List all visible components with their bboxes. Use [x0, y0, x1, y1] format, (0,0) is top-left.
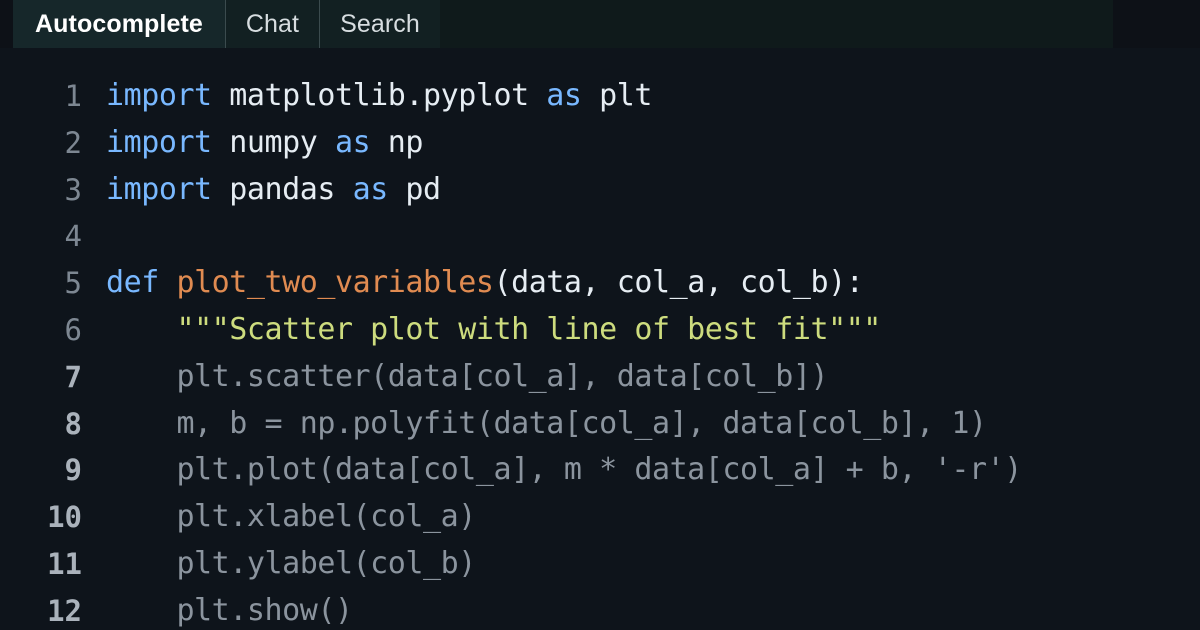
line-number: 12 — [47, 593, 82, 628]
line-number: 8 — [64, 406, 82, 441]
code-editor[interactable]: 1 import matplotlib.pyplot as plt 2 import … — [0, 48, 1200, 630]
code-token-plain: plt — [581, 78, 652, 113]
code-line[interactable]: 5 def plot_two_variables(data, col_a, col… — [0, 260, 1200, 307]
code-line[interactable]: 4 — [0, 213, 1200, 260]
code-text: import pandas as pd — [106, 167, 441, 214]
code-token-ghost: plt.show() — [106, 592, 353, 628]
code-suggestion-text: plt.plot(data[col_a], m * data[col_a] + … — [106, 447, 1022, 494]
code-token-kw: import — [106, 124, 212, 160]
line-number: 11 — [47, 546, 82, 581]
code-line[interactable]: 2 import numpy as np — [0, 120, 1200, 167]
code-token-plain: (data, col_a, col_b): — [493, 265, 864, 301]
tab-bar: Autocomplete Chat Search — [13, 0, 1113, 48]
code-token-fn: plot_two_variables — [176, 265, 494, 301]
code-token-plain: pd — [387, 171, 441, 207]
code-token-kw: def — [106, 265, 177, 301]
line-number: 6 — [64, 312, 82, 347]
code-token-ghost: plt.scatter(data[col_a], data[col_b]) — [106, 358, 829, 394]
code-token-plain: matplotlib.pyplot — [211, 78, 547, 113]
code-line[interactable]: 8 m, b = np.polyfit(data[col_a], data[co… — [0, 401, 1200, 448]
code-token-kw: as — [546, 78, 582, 113]
code-text: import matplotlib.pyplot as plt — [106, 73, 652, 120]
code-token-str: """Scatter plot with line of best fit""" — [176, 311, 881, 347]
code-token-ghost: plt.xlabel(col_a) — [106, 499, 476, 535]
code-line[interactable]: 9 plt.plot(data[col_a], m * data[col_a] … — [0, 447, 1200, 494]
line-number: 1 — [64, 79, 82, 113]
code-token-ghost: m, b = np.polyfit(data[col_a], data[col_… — [106, 405, 987, 441]
line-number: 5 — [64, 266, 82, 301]
line-number: 9 — [64, 453, 82, 488]
line-number: 4 — [64, 219, 82, 254]
code-token-ghost: plt.plot(data[col_a], m * data[col_a] + … — [106, 452, 1022, 488]
code-token-kw: import — [106, 171, 212, 207]
code-suggestion-text: m, b = np.polyfit(data[col_a], data[col_… — [106, 401, 987, 448]
tab-autocomplete[interactable]: Autocomplete — [13, 0, 225, 48]
code-suggestion-text: plt.xlabel(col_a) — [106, 494, 476, 541]
line-number: 2 — [64, 125, 82, 160]
code-token-kw: import — [106, 78, 212, 113]
code-line[interactable]: 7 plt.scatter(data[col_a], data[col_b]) — [0, 354, 1200, 401]
line-number: 10 — [47, 500, 82, 535]
code-token-kw: as — [334, 124, 371, 160]
code-text: """Scatter plot with line of best fit""" — [106, 307, 881, 354]
code-suggestion-text: plt.scatter(data[col_a], data[col_b]) — [106, 354, 828, 401]
tab-bar-filler — [439, 0, 1113, 48]
code-token-plain: np — [370, 124, 424, 160]
line-number: 7 — [64, 359, 82, 394]
code-suggestion-text: plt.ylabel(col_b) — [106, 541, 476, 588]
tab-search[interactable]: Search — [319, 0, 440, 48]
line-number: 3 — [64, 172, 82, 207]
app-window: Autocomplete Chat Search 1 import matplotli… — [0, 0, 1200, 630]
code-line[interactable]: 6 """Scatter plot with line of best fit"… — [0, 307, 1200, 354]
tab-chat[interactable]: Chat — [224, 0, 320, 48]
code-line[interactable]: 11 plt.ylabel(col_b) — [0, 541, 1200, 588]
code-token-plain: numpy — [211, 124, 335, 160]
code-text: def plot_two_variables(data, col_a, col_… — [106, 260, 864, 307]
code-line[interactable]: 12 plt.show() — [0, 588, 1200, 630]
code-token-ghost: plt.ylabel(col_b) — [106, 545, 476, 581]
code-line[interactable]: 1 import matplotlib.pyplot as plt — [0, 73, 1200, 120]
code-line[interactable]: 3 import pandas as pd — [0, 167, 1200, 214]
code-token-plain: pandas — [211, 171, 353, 207]
code-token-kw: as — [352, 171, 389, 207]
code-text: import numpy as np — [106, 120, 423, 167]
code-line[interactable]: 10 plt.xlabel(col_a) — [0, 494, 1200, 541]
code-suggestion-text: plt.show() — [106, 588, 353, 630]
